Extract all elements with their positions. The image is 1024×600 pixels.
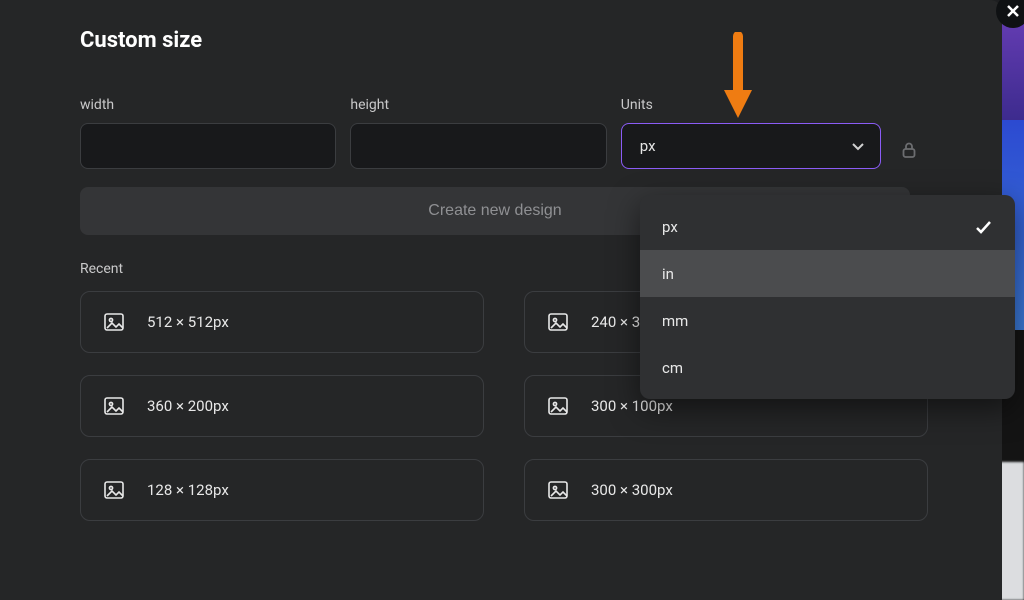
image-icon	[547, 311, 569, 333]
aspect-lock-button[interactable]	[895, 141, 922, 159]
units-label: Units	[621, 97, 881, 113]
unit-option-cm[interactable]: cm	[640, 344, 1015, 391]
image-icon	[103, 479, 125, 501]
units-dropdown: px in mm cm	[640, 195, 1015, 399]
recent-size-item[interactable]: 128 × 128px	[80, 459, 484, 521]
height-label: height	[350, 97, 606, 113]
recent-size-label: 360 × 200px	[147, 397, 229, 415]
recent-size-label: 300 × 100px	[591, 397, 673, 415]
height-input[interactable]	[350, 123, 606, 169]
units-select[interactable]: px	[621, 123, 881, 169]
height-field-group: height	[350, 97, 606, 169]
units-selected-value: px	[640, 137, 656, 155]
page-title: Custom size	[80, 28, 922, 53]
unit-option-label: in	[662, 265, 674, 283]
lock-icon	[900, 141, 918, 159]
recent-size-item[interactable]: 512 × 512px	[80, 291, 484, 353]
width-label: width	[80, 97, 336, 113]
recent-size-label: 128 × 128px	[147, 481, 229, 499]
image-icon	[547, 479, 569, 501]
unit-option-label: px	[662, 218, 678, 236]
recent-size-label: 240 × 3	[591, 313, 640, 331]
dimensions-row: width height Units px	[80, 97, 922, 169]
recent-size-label: 300 × 300px	[591, 481, 673, 499]
unit-option-in[interactable]: in	[640, 250, 1015, 297]
recent-size-item[interactable]: 300 × 300px	[524, 459, 928, 521]
check-icon	[973, 217, 993, 237]
unit-option-px[interactable]: px	[640, 203, 1015, 250]
close-icon	[1006, 4, 1020, 18]
unit-option-mm[interactable]: mm	[640, 297, 1015, 344]
units-field-group: Units px	[621, 97, 881, 169]
image-icon	[103, 311, 125, 333]
image-icon	[547, 395, 569, 417]
width-field-group: width	[80, 97, 336, 169]
unit-option-label: cm	[662, 359, 683, 377]
recent-size-label: 512 × 512px	[147, 313, 229, 331]
recent-size-item[interactable]: 360 × 200px	[80, 375, 484, 437]
chevron-down-icon	[850, 138, 866, 154]
width-input[interactable]	[80, 123, 336, 169]
image-icon	[103, 395, 125, 417]
unit-option-label: mm	[662, 312, 688, 330]
